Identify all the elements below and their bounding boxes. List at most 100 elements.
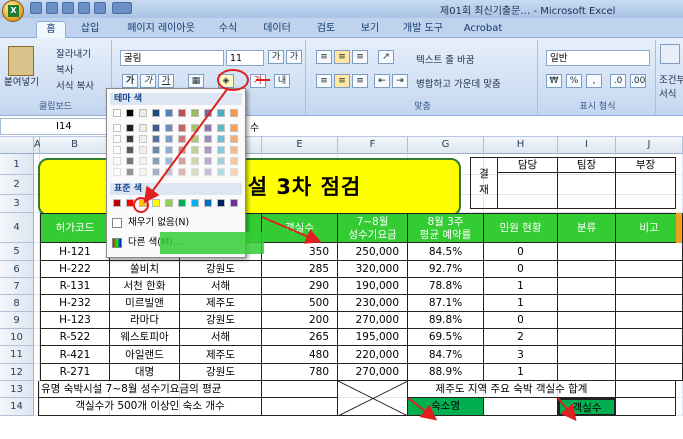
align-top-icon[interactable]: ≡ bbox=[316, 50, 332, 64]
standard-color-swatch[interactable] bbox=[217, 199, 225, 207]
data-cell[interactable]: H-123 bbox=[40, 312, 110, 329]
align-middle-icon[interactable]: ≡ bbox=[334, 50, 350, 64]
data-cell[interactable]: R-131 bbox=[40, 278, 110, 295]
data-cell[interactable]: 강원도 bbox=[180, 364, 262, 381]
paste-icon[interactable] bbox=[8, 46, 34, 76]
tab-formulas[interactable]: 수식 bbox=[210, 21, 246, 38]
no-fill-option[interactable]: 채우기 없음(N) bbox=[110, 215, 242, 231]
theme-color-swatch[interactable] bbox=[217, 109, 225, 117]
row-header[interactable]: 10 bbox=[0, 329, 34, 346]
data-cell[interactable]: 89.8% bbox=[408, 312, 484, 329]
average-rate-value[interactable] bbox=[262, 381, 338, 398]
standard-color-swatch[interactable] bbox=[113, 199, 121, 207]
theme-color-swatch[interactable] bbox=[204, 157, 212, 165]
data-cell[interactable] bbox=[558, 312, 616, 329]
data-cell[interactable] bbox=[616, 346, 683, 364]
data-cell[interactable]: R-522 bbox=[40, 329, 110, 346]
theme-color-swatch[interactable] bbox=[165, 109, 173, 117]
theme-color-swatch[interactable] bbox=[152, 124, 160, 132]
data-cell[interactable]: H-121 bbox=[40, 243, 110, 261]
theme-color-swatch[interactable] bbox=[113, 135, 121, 143]
data-cell[interactable]: 285 bbox=[262, 261, 338, 278]
data-cell[interactable]: 아일랜드 bbox=[110, 346, 180, 364]
data-cell[interactable]: 0 bbox=[484, 261, 558, 278]
theme-color-swatch[interactable] bbox=[126, 109, 134, 117]
theme-color-swatch[interactable] bbox=[152, 135, 160, 143]
standard-color-swatch[interactable] bbox=[191, 199, 199, 207]
theme-color-swatch[interactable] bbox=[217, 124, 225, 132]
customize-icon[interactable] bbox=[94, 2, 106, 14]
lodging-name-cell[interactable]: 숙소명 bbox=[408, 398, 484, 416]
data-cell[interactable]: 320,000 bbox=[338, 261, 408, 278]
data-cell[interactable]: 230,000 bbox=[338, 295, 408, 312]
conditional-format-button[interactable]: 조건부 bbox=[659, 72, 683, 86]
grow-font-icon[interactable]: 가 bbox=[268, 50, 284, 64]
approval-sign-cell[interactable] bbox=[616, 173, 676, 209]
room-count-result[interactable] bbox=[616, 398, 676, 416]
name-box[interactable]: I14 bbox=[0, 118, 108, 135]
data-cell[interactable]: 서해 bbox=[180, 278, 262, 295]
data-cell[interactable]: 87.1% bbox=[408, 295, 484, 312]
percent-icon[interactable]: % bbox=[566, 74, 582, 88]
data-cell[interactable]: 제주도 bbox=[180, 295, 262, 312]
conditional-format-button-line2[interactable]: 서식 bbox=[659, 86, 676, 100]
row-header[interactable]: 5 bbox=[0, 243, 34, 261]
orientation-icon[interactable]: ↗ bbox=[378, 50, 394, 64]
data-cell[interactable] bbox=[616, 295, 683, 312]
data-cell[interactable]: 500 bbox=[262, 295, 338, 312]
approval-sign-cell[interactable] bbox=[498, 173, 558, 209]
data-cell[interactable]: 780 bbox=[262, 364, 338, 381]
theme-color-swatch[interactable] bbox=[178, 168, 186, 176]
theme-color-swatch[interactable] bbox=[165, 124, 173, 132]
theme-color-swatch[interactable] bbox=[230, 146, 238, 154]
theme-color-swatch[interactable] bbox=[139, 109, 147, 117]
tab-page-layout[interactable]: 페이지 레이아웃 bbox=[118, 21, 204, 38]
data-cell[interactable] bbox=[558, 364, 616, 381]
font-name-field[interactable]: 굴림 bbox=[120, 50, 224, 66]
data-cell[interactable]: 92.7% bbox=[408, 261, 484, 278]
theme-color-swatch[interactable] bbox=[217, 146, 225, 154]
column-header[interactable]: I bbox=[558, 137, 616, 154]
print-icon[interactable] bbox=[78, 2, 90, 14]
tab-developer[interactable]: 개발 도구 bbox=[394, 21, 452, 38]
underline-icon[interactable]: 가 bbox=[158, 74, 174, 88]
column-header[interactable]: G bbox=[408, 137, 484, 154]
standard-color-swatch[interactable] bbox=[139, 199, 147, 207]
data-cell[interactable]: 270,000 bbox=[338, 312, 408, 329]
row-header[interactable]: 8 bbox=[0, 295, 34, 312]
standard-color-swatch[interactable] bbox=[126, 199, 134, 207]
data-cell[interactable]: 제주도 bbox=[180, 346, 262, 364]
row-header[interactable]: 4 bbox=[0, 213, 34, 243]
decrease-decimal-icon[interactable]: .00 bbox=[630, 74, 646, 88]
data-cell[interactable]: R-271 bbox=[40, 364, 110, 381]
increase-decimal-icon[interactable]: .0 bbox=[610, 74, 626, 88]
quick-access-more-icon[interactable] bbox=[112, 2, 132, 14]
column-header[interactable]: H bbox=[484, 137, 558, 154]
data-cell[interactable]: 265 bbox=[262, 329, 338, 346]
data-cell[interactable]: 쏠비치 bbox=[110, 261, 180, 278]
theme-color-swatch[interactable] bbox=[217, 135, 225, 143]
tab-data[interactable]: 데이터 bbox=[254, 21, 300, 38]
theme-color-swatch[interactable] bbox=[230, 109, 238, 117]
theme-color-swatch[interactable] bbox=[165, 146, 173, 154]
row-header[interactable]: 1 bbox=[0, 154, 34, 175]
theme-color-swatch[interactable] bbox=[204, 168, 212, 176]
tab-view[interactable]: 보기 bbox=[352, 21, 388, 38]
data-cell[interactable]: 69.5% bbox=[408, 329, 484, 346]
data-cell[interactable]: 250,000 bbox=[338, 243, 408, 261]
row-header[interactable]: 3 bbox=[0, 195, 34, 213]
standard-color-swatch[interactable] bbox=[230, 199, 238, 207]
italic-icon[interactable]: 가 bbox=[140, 74, 156, 88]
data-cell[interactable] bbox=[616, 243, 683, 261]
column-header[interactable]: F bbox=[338, 137, 408, 154]
theme-color-swatch[interactable] bbox=[191, 135, 199, 143]
align-bottom-icon[interactable]: ≡ bbox=[352, 50, 368, 64]
standard-color-swatch[interactable] bbox=[204, 199, 212, 207]
theme-color-swatch[interactable] bbox=[152, 146, 160, 154]
data-cell[interactable] bbox=[616, 329, 683, 346]
number-format-field[interactable]: 일반 bbox=[546, 50, 650, 66]
data-cell[interactable]: 2 bbox=[484, 329, 558, 346]
theme-color-swatch[interactable] bbox=[191, 109, 199, 117]
theme-color-swatch[interactable] bbox=[126, 124, 134, 132]
theme-color-swatch[interactable] bbox=[165, 135, 173, 143]
